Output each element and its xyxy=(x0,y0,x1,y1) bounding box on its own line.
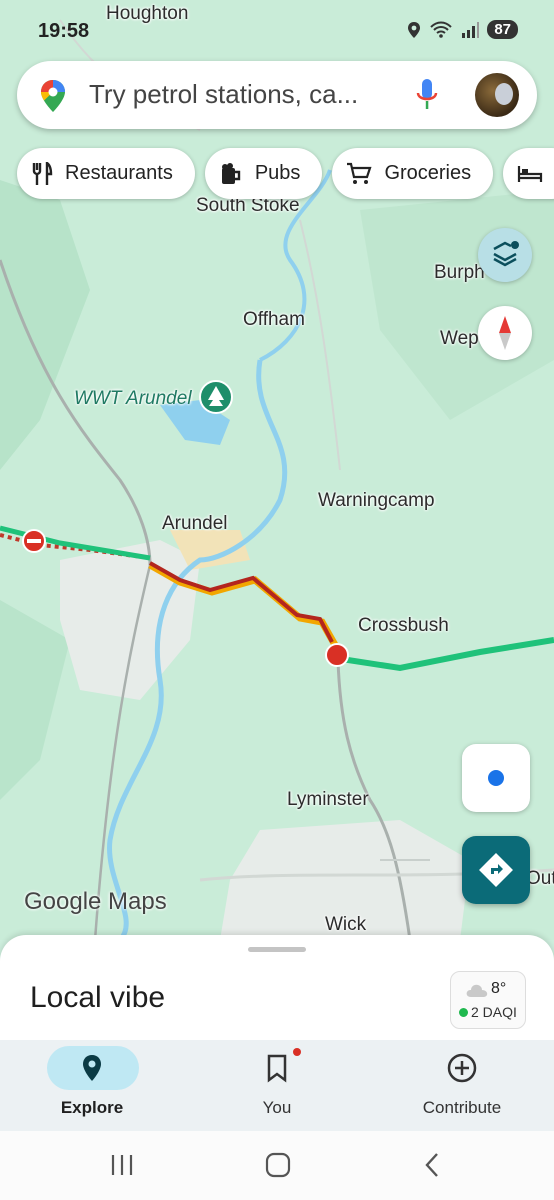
nav-label: You xyxy=(262,1098,292,1117)
cloud-icon xyxy=(466,984,488,997)
layers-button[interactable] xyxy=(478,228,532,282)
avatar[interactable] xyxy=(475,73,519,117)
location-pin-icon xyxy=(83,1055,101,1081)
bottom-nav: Explore You Contribute xyxy=(0,1040,554,1131)
status-icons: 87 xyxy=(407,20,518,39)
place-label-park[interactable]: WWT Arundel xyxy=(74,388,192,410)
sheet-title: Local vibe xyxy=(30,981,166,1014)
place-label[interactable]: Offham xyxy=(243,309,305,331)
place-label[interactable]: Wick xyxy=(325,914,366,936)
place-label[interactable]: Out xyxy=(526,868,554,890)
chip-label: Restaurants xyxy=(65,162,173,184)
aqi-dot-icon xyxy=(459,1008,468,1017)
map-canvas[interactable]: Houghton South Stoke Burph Offham Wep WW… xyxy=(0,0,554,940)
bottom-sheet[interactable]: Local vibe 8° 2 DAQI xyxy=(0,935,554,1040)
add-circle-icon xyxy=(447,1053,477,1083)
cutlery-icon xyxy=(32,161,53,185)
air-quality: 2 DAQI xyxy=(459,1004,517,1020)
search-input[interactable]: Try petrol stations, ca... xyxy=(89,79,389,110)
google-maps-logo: Google Maps xyxy=(24,888,167,915)
system-nav-bar xyxy=(0,1131,554,1200)
back-icon[interactable] xyxy=(420,1151,444,1179)
bed-icon xyxy=(518,165,543,182)
directions-icon xyxy=(479,853,513,887)
location-icon xyxy=(408,21,421,38)
status-bar: 19:58 87 xyxy=(0,0,554,60)
sheet-drag-handle[interactable] xyxy=(248,947,306,952)
nav-explore[interactable]: Explore xyxy=(0,1040,184,1131)
my-location-button[interactable] xyxy=(462,744,530,812)
nav-you[interactable]: You xyxy=(185,1040,369,1131)
weather-temp: 8° xyxy=(491,980,507,997)
nav-contribute[interactable]: Contribute xyxy=(370,1040,554,1131)
nav-label: Contribute xyxy=(422,1098,502,1117)
chip-label: Pubs xyxy=(254,162,301,184)
chip-restaurants[interactable]: Restaurants xyxy=(17,148,195,199)
nav-label: Explore xyxy=(60,1098,124,1117)
compass-button[interactable] xyxy=(478,306,532,360)
chip-hotels[interactable] xyxy=(503,148,554,199)
recent-apps-icon[interactable] xyxy=(108,1153,136,1177)
google-maps-pin-icon xyxy=(41,80,65,112)
home-icon[interactable] xyxy=(264,1151,292,1179)
wifi-icon xyxy=(430,21,453,38)
place-label[interactable]: Wep xyxy=(440,328,479,350)
signal-icon xyxy=(462,21,480,38)
place-label[interactable]: Lyminster xyxy=(287,789,369,811)
compass-icon xyxy=(499,316,511,350)
beer-mug-icon xyxy=(221,162,241,184)
battery-level: 87 xyxy=(487,20,518,39)
place-label[interactable]: Warningcamp xyxy=(318,490,435,512)
chip-pubs[interactable]: Pubs xyxy=(204,148,323,199)
search-bar[interactable]: Try petrol stations, ca... xyxy=(17,61,537,129)
cart-icon xyxy=(347,162,372,184)
place-label[interactable]: Arundel xyxy=(162,513,228,535)
bookmark-icon xyxy=(267,1054,287,1083)
chip-groceries[interactable]: Groceries xyxy=(332,148,494,199)
place-label[interactable]: Crossbush xyxy=(358,615,449,637)
weather-widget[interactable]: 8° 2 DAQI xyxy=(450,971,526,1029)
notification-dot xyxy=(293,1048,301,1056)
chip-label: Groceries xyxy=(384,162,472,184)
category-chips: Restaurants Pubs Groceries xyxy=(17,148,554,199)
microphone-icon[interactable] xyxy=(415,77,439,113)
directions-button[interactable] xyxy=(462,836,530,904)
status-time: 19:58 xyxy=(38,20,90,42)
aqi-label: 2 DAQI xyxy=(471,1004,517,1020)
layers-icon xyxy=(493,241,519,267)
